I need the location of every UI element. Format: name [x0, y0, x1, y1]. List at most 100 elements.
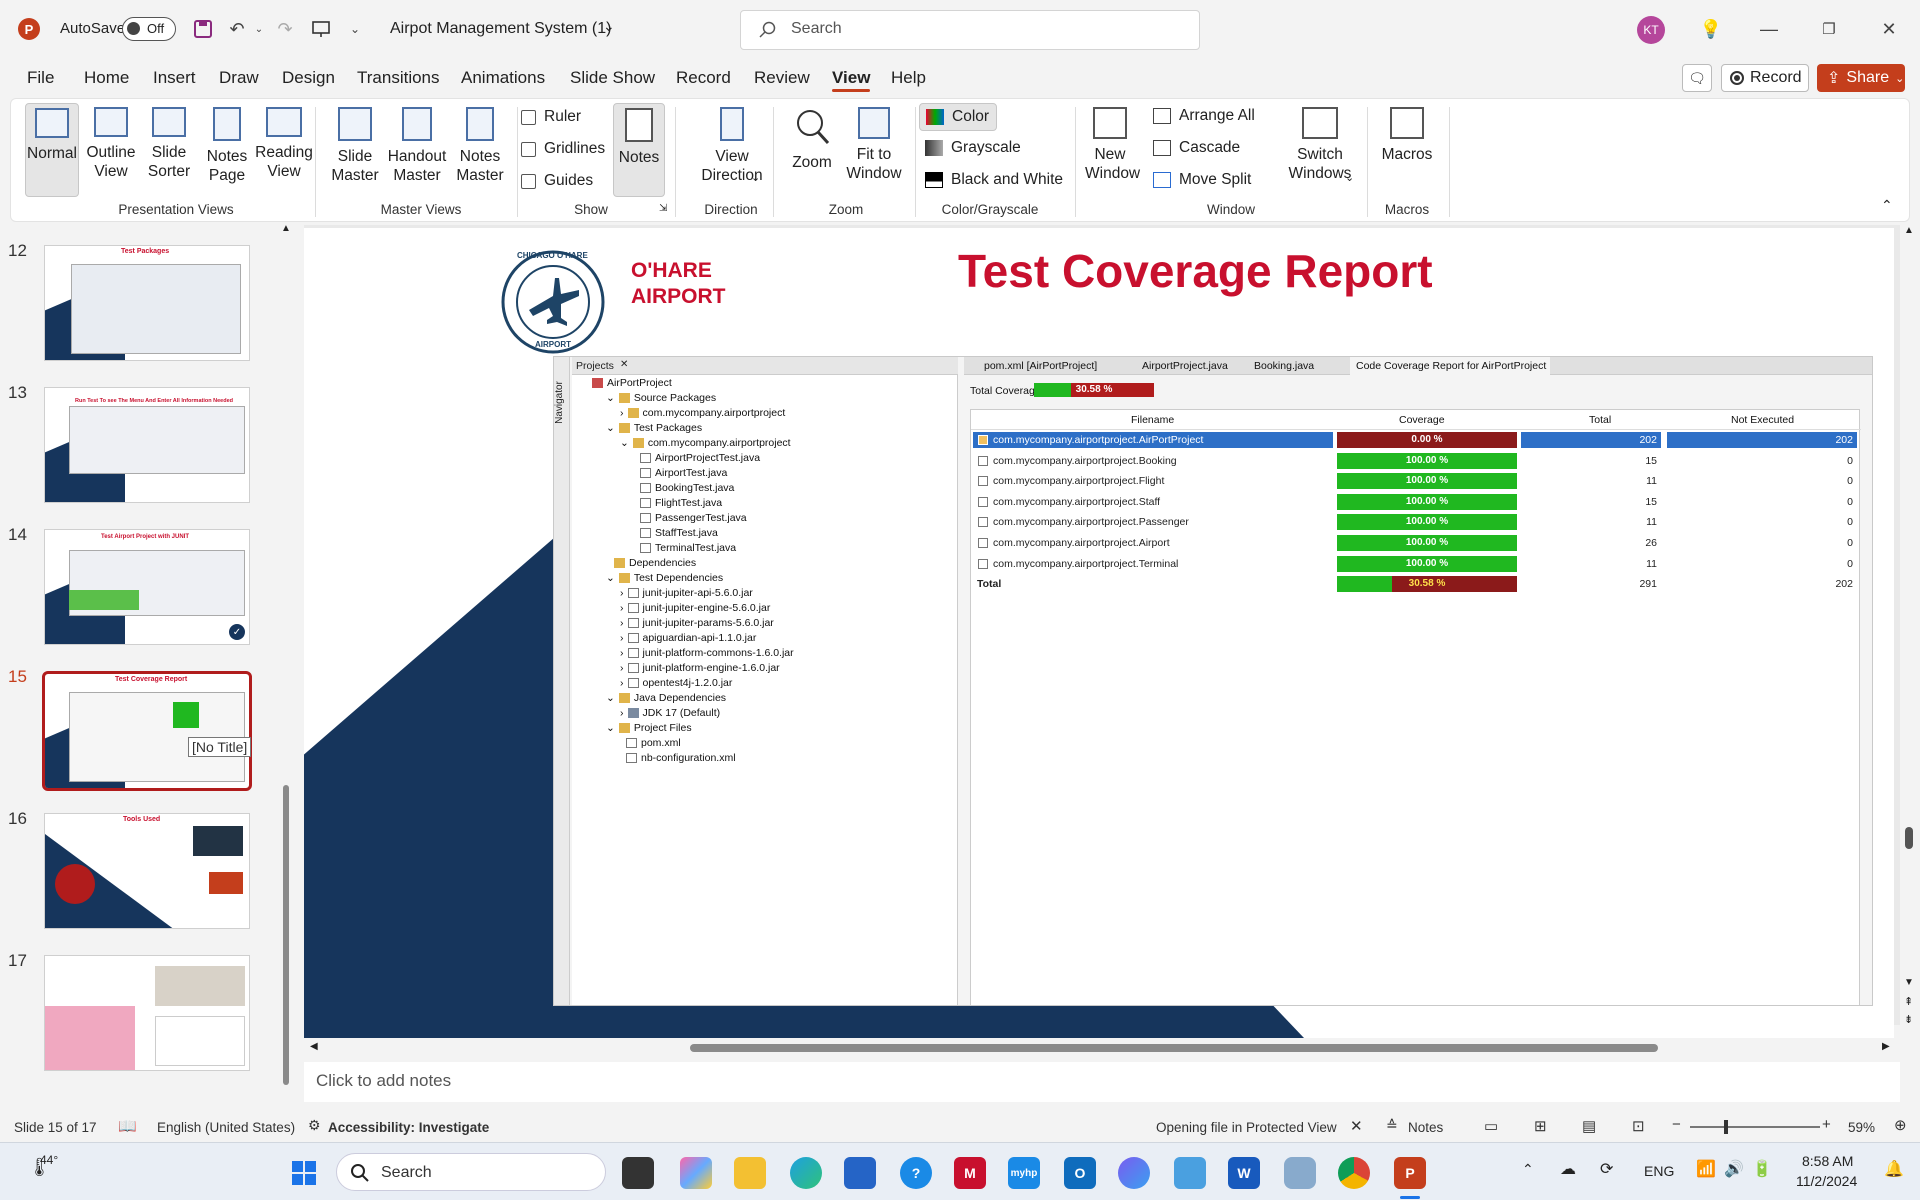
menu-insert[interactable]: Insert: [153, 68, 196, 88]
show-dialog-launcher-icon[interactable]: ⇲: [659, 203, 667, 214]
table-row[interactable]: com.mycompany.airportproject.Terminal 100…: [971, 555, 1861, 574]
scroll-right-icon[interactable]: ▶: [1882, 1041, 1890, 1052]
task-view-icon[interactable]: [622, 1157, 654, 1189]
taskbar-search[interactable]: Search: [336, 1153, 606, 1191]
spelling-icon[interactable]: 📖: [118, 1117, 137, 1135]
reading-view-icon[interactable]: ▤: [1582, 1117, 1596, 1135]
slide-thumbnail-16[interactable]: Tools Used: [44, 813, 250, 929]
menu-help[interactable]: Help: [891, 68, 926, 88]
move-split-button[interactable]: Move Split: [1153, 171, 1251, 189]
new-window-button[interactable]: New Window: [1083, 107, 1140, 183]
reading-view-button[interactable]: Reading View: [247, 107, 321, 181]
accessibility-status[interactable]: Accessibility: Investigate: [328, 1120, 489, 1135]
mcafee-icon[interactable]: M: [954, 1157, 986, 1189]
slide-thumbnail-12[interactable]: Test Packages: [44, 245, 250, 361]
scrollbar-thumb[interactable]: [283, 785, 289, 1085]
zoom-in-icon[interactable]: +: [1822, 1116, 1831, 1133]
h-scrollbar-thumb[interactable]: [690, 1044, 1658, 1052]
language-status[interactable]: English (United States): [157, 1120, 295, 1135]
horizontal-scrollbar[interactable]: ◀ ▶: [304, 1040, 1900, 1056]
menu-animations[interactable]: Animations: [461, 68, 545, 88]
v-scroll-down-icon[interactable]: ▼: [1904, 977, 1914, 988]
notes-master-button[interactable]: Notes Master: [449, 107, 511, 185]
comments-button[interactable]: 🗨: [1682, 64, 1712, 92]
switch-windows-dropdown-icon[interactable]: ⌄: [1345, 171, 1354, 184]
table-row[interactable]: com.mycompany.airportproject.Airport 100.…: [971, 535, 1861, 553]
copilot-app-icon[interactable]: [1118, 1157, 1150, 1189]
vertical-scrollbar[interactable]: ▲ ▼ ⇞ ⇟: [1900, 225, 1918, 1035]
gridlines-checkbox[interactable]: Gridlines: [521, 140, 605, 158]
menu-file[interactable]: File: [27, 68, 54, 88]
menu-review[interactable]: Review: [754, 68, 810, 88]
user-avatar[interactable]: KT: [1637, 16, 1665, 44]
restore-icon[interactable]: ❐: [1816, 16, 1842, 42]
v-scroll-up-icon[interactable]: ▲: [1904, 225, 1914, 236]
search-box[interactable]: Search: [740, 10, 1200, 50]
fit-to-window-button[interactable]: Fit to Window: [841, 107, 907, 183]
zoom-out-icon[interactable]: −: [1672, 1116, 1681, 1133]
slide-sorter-button[interactable]: Slide Sorter: [141, 107, 197, 181]
powerpoint-taskbar-icon[interactable]: P: [1394, 1157, 1426, 1189]
view-direction-dropdown-icon[interactable]: ⌄: [751, 171, 760, 184]
onedrive-icon[interactable]: ☁: [1560, 1159, 1576, 1179]
macros-button[interactable]: Macros: [1377, 107, 1437, 164]
slide-thumbnail-15[interactable]: Test Coverage Report: [42, 671, 252, 791]
start-icon[interactable]: [288, 1157, 320, 1189]
file-explorer-icon[interactable]: [734, 1157, 766, 1189]
slide-title[interactable]: Test Coverage Report: [958, 244, 1433, 298]
record-button[interactable]: Record: [1721, 64, 1809, 92]
undo-dropdown-icon[interactable]: ⌄: [246, 16, 272, 42]
slide-thumbnail-14[interactable]: Test Airport Project with JUNIT ✓: [44, 529, 250, 645]
menu-design[interactable]: Design: [282, 68, 335, 88]
table-row[interactable]: com.mycompany.airportproject.Booking 100.…: [971, 452, 1861, 471]
ruler-checkbox[interactable]: Ruler: [521, 108, 581, 126]
slide-canvas[interactable]: CHICAGO O'HARE AIRPORT O'HARE AIRPORT Te…: [304, 228, 1894, 1038]
slide-master-button[interactable]: Slide Master: [327, 107, 383, 185]
wifi-icon[interactable]: 📶: [1696, 1159, 1716, 1179]
word-icon[interactable]: W: [1228, 1157, 1260, 1189]
view-direction-button[interactable]: View Direction: [687, 107, 777, 185]
ide-screenshot[interactable]: Navigator Projects ✕ AirPortProject ⌄ Sou…: [553, 356, 1873, 1006]
menu-home[interactable]: Home: [84, 68, 129, 88]
fit-slide-icon[interactable]: ⊕: [1894, 1116, 1907, 1134]
input-language[interactable]: ENG: [1644, 1163, 1674, 1179]
customize-toolbar-icon[interactable]: ⌄: [342, 16, 368, 42]
slide-thumbnail-13[interactable]: Run Test To see The Menu And Enter All I…: [44, 387, 250, 503]
zoom-level[interactable]: 59%: [1848, 1120, 1875, 1135]
clock-date[interactable]: 11/2/2024: [1796, 1173, 1857, 1189]
photos-icon[interactable]: [1174, 1157, 1206, 1189]
slide-thumbnail-17[interactable]: [44, 955, 250, 1071]
next-slide-icon[interactable]: ⇟: [1904, 1013, 1913, 1026]
normal-view-icon[interactable]: ▭: [1484, 1117, 1498, 1135]
outline-view-button[interactable]: Outline View: [83, 107, 139, 181]
lightbulb-icon[interactable]: 💡: [1698, 16, 1724, 42]
scroll-up-icon[interactable]: ▲: [281, 223, 291, 234]
v-scrollbar-thumb[interactable]: [1905, 827, 1913, 849]
table-row[interactable]: com.mycompany.airportproject.Passenger 10…: [971, 514, 1861, 532]
zoom-slider[interactable]: [1690, 1120, 1820, 1134]
share-button[interactable]: ⇪ Share ⌄: [1817, 64, 1905, 92]
notes-pane[interactable]: Click to add notes: [304, 1062, 1900, 1102]
outlook-icon[interactable]: O: [1064, 1157, 1096, 1189]
clock-time[interactable]: 8:58 AM: [1802, 1153, 1853, 1169]
notification-bell-icon[interactable]: 🔔: [1884, 1159, 1904, 1179]
black-white-button[interactable]: Black and White: [925, 171, 1063, 189]
copilot-icon[interactable]: [680, 1157, 712, 1189]
help-icon[interactable]: ?: [900, 1157, 932, 1189]
scroll-left-icon[interactable]: ◀: [310, 1041, 318, 1052]
dismiss-icon[interactable]: ✕: [1350, 1117, 1363, 1135]
slideshow-icon[interactable]: ⊡: [1632, 1117, 1645, 1135]
zoom-slider-handle[interactable]: [1724, 1120, 1728, 1134]
zoom-button[interactable]: Zoom: [783, 107, 841, 172]
netbeans-icon[interactable]: [1284, 1157, 1316, 1189]
myhp-icon[interactable]: myhp: [1008, 1157, 1040, 1189]
notes-toggle-button[interactable]: Notes: [613, 103, 665, 197]
menu-record[interactable]: Record: [676, 68, 731, 88]
table-total-row[interactable]: Total 30.58 % 291 202: [971, 576, 1861, 594]
present-icon[interactable]: [308, 16, 334, 42]
menu-transitions[interactable]: Transitions: [357, 68, 440, 88]
collapse-ribbon-icon[interactable]: ⌃: [1881, 197, 1893, 214]
handout-master-button[interactable]: Handout Master: [385, 107, 449, 185]
menu-slide-show[interactable]: Slide Show: [570, 68, 655, 88]
redo-icon[interactable]: ↷: [272, 16, 298, 42]
